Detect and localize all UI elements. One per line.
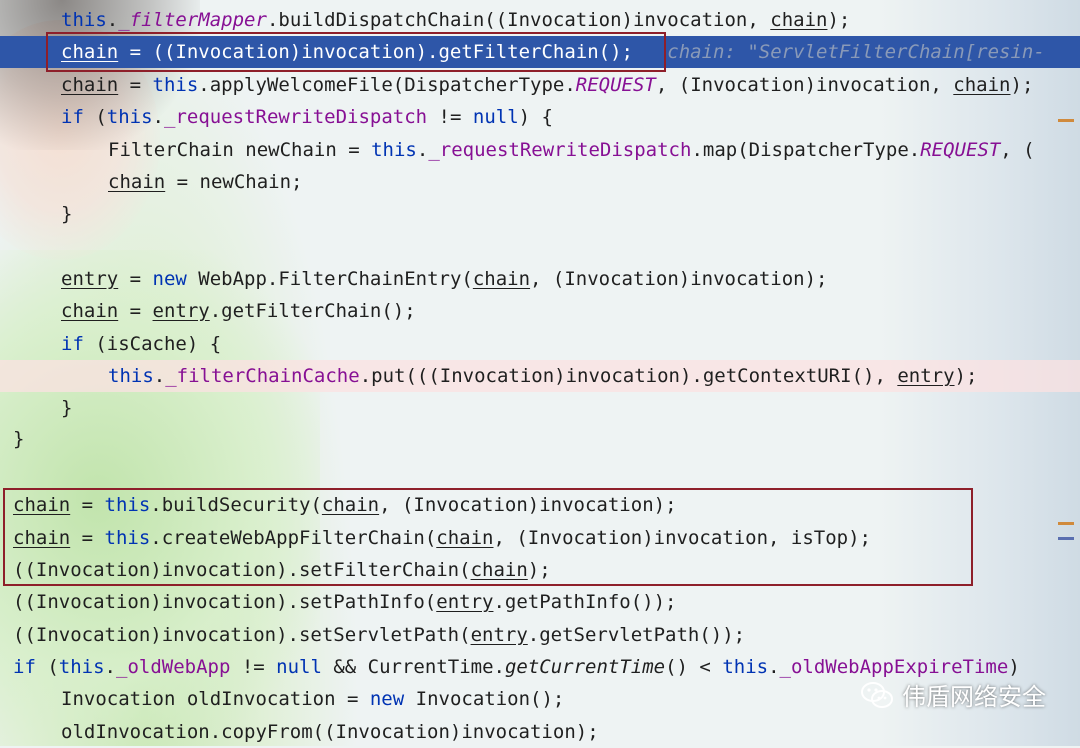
code-editor[interactable]: this._filterMapper.buildDispatchChain((I…: [0, 0, 1080, 746]
annotation-box-security-chain: [3, 488, 973, 586]
watermark-text: 伟盾网络安全: [902, 683, 1046, 711]
inline-debug-hint: chain: "ServletFilterChain[resin-: [667, 41, 1045, 63]
code-line[interactable]: ((Invocation)invocation).setPathInfo(ent…: [0, 586, 1080, 618]
code-line[interactable]: chain = entry.getFilterChain();: [0, 295, 1080, 327]
code-line[interactable]: oldInvocation.copyFrom((Invocation)invoc…: [0, 716, 1080, 748]
code-line[interactable]: }: [0, 423, 1080, 455]
code-line-highlighted[interactable]: this._filterChainCache.put(((Invocation)…: [0, 360, 1080, 392]
code-line[interactable]: FilterChain newChain = this._requestRewr…: [0, 134, 1080, 166]
gutter-marker[interactable]: [1058, 522, 1074, 525]
code-line[interactable]: if (this._requestRewriteDispatch != null…: [0, 101, 1080, 133]
gutter-marker[interactable]: [1058, 119, 1074, 122]
wechat-icon: [861, 681, 893, 708]
code-line[interactable]: entry = new WebApp.FilterChainEntry(chai…: [0, 263, 1080, 295]
code-line[interactable]: chain = this.applyWelcomeFile(Dispatcher…: [0, 69, 1080, 101]
code-line[interactable]: }: [0, 198, 1080, 230]
watermark: 伟盾网络安全: [860, 677, 1046, 712]
code-line[interactable]: ((Invocation)invocation).setServletPath(…: [0, 619, 1080, 651]
code-line[interactable]: chain = newChain;: [0, 166, 1080, 198]
code-line[interactable]: }: [0, 392, 1080, 424]
gutter-marker[interactable]: [1058, 537, 1074, 540]
annotation-box-getfilterchain: [46, 32, 666, 72]
code-line[interactable]: if (isCache) {: [0, 328, 1080, 360]
